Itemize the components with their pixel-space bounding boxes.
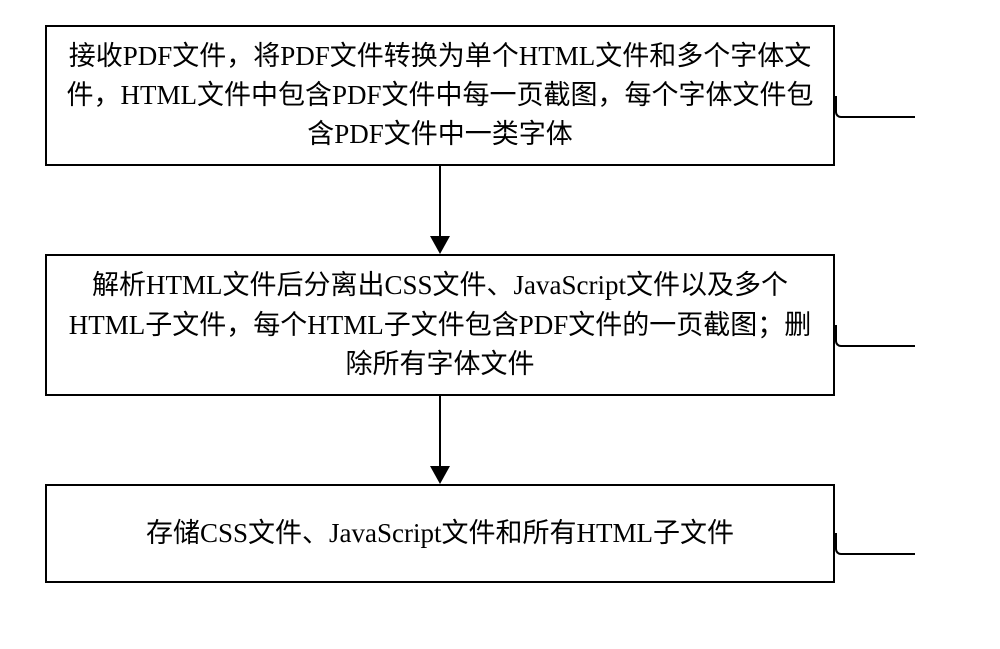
arrow-2 (45, 396, 835, 484)
step-text-s2: 解析HTML文件后分离出CSS文件、JavaScript文件以及多个HTML子文… (69, 270, 812, 378)
arrow-head-2 (430, 466, 450, 484)
arrow-line-1 (439, 166, 442, 236)
flowchart-container: 接收PDF文件，将PDF文件转换为单个HTML文件和多个字体文件，HTML文件中… (45, 25, 955, 583)
connector-s1 (835, 96, 915, 118)
arrow-head-1 (430, 236, 450, 254)
step-2-container: 解析HTML文件后分离出CSS文件、JavaScript文件以及多个HTML子文… (45, 254, 955, 395)
step-3-container: 存储CSS文件、JavaScript文件和所有HTML子文件 S3 (45, 484, 955, 583)
arrow-line-2 (439, 396, 442, 466)
step-1-container: 接收PDF文件，将PDF文件转换为单个HTML文件和多个字体文件，HTML文件中… (45, 25, 955, 166)
step-box-s2: 解析HTML文件后分离出CSS文件、JavaScript文件以及多个HTML子文… (45, 254, 835, 395)
arrow-1 (45, 166, 835, 254)
step-text-s1: 接收PDF文件，将PDF文件转换为单个HTML文件和多个字体文件，HTML文件中… (66, 41, 813, 149)
step-box-s1: 接收PDF文件，将PDF文件转换为单个HTML文件和多个字体文件，HTML文件中… (45, 25, 835, 166)
connector-s3 (835, 533, 915, 555)
step-box-s3: 存储CSS文件、JavaScript文件和所有HTML子文件 (45, 484, 835, 583)
connector-s2 (835, 325, 915, 347)
step-text-s3: 存储CSS文件、JavaScript文件和所有HTML子文件 (146, 518, 734, 548)
